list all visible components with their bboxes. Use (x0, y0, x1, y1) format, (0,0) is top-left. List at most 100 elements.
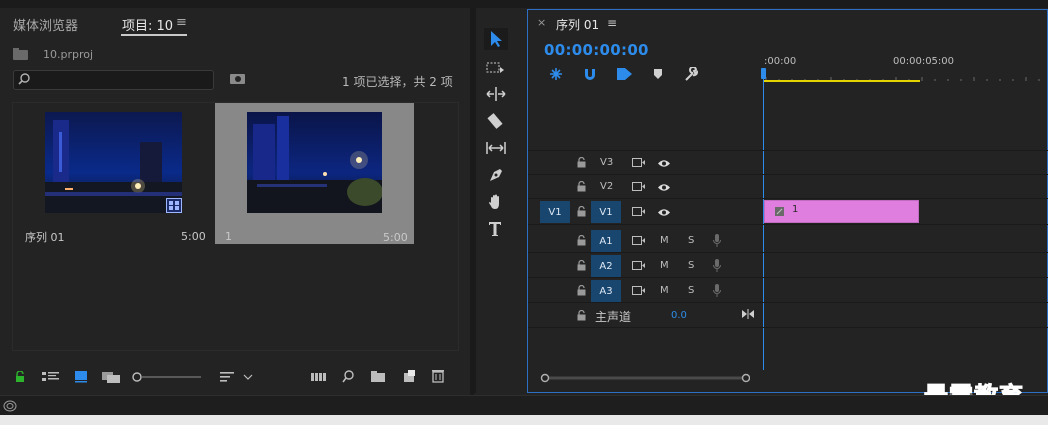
ripple-edit-tool-icon[interactable] (484, 83, 508, 105)
track-target-v1[interactable]: V1 (591, 201, 621, 223)
tab-project[interactable]: 项目: 10 (122, 15, 173, 34)
sync-lock-icon[interactable] (632, 235, 646, 248)
eye-icon[interactable] (657, 158, 671, 170)
nest-sequence-icon[interactable] (549, 67, 563, 83)
lock-icon[interactable] (577, 205, 586, 219)
project-item-clip[interactable]: 1 5:00 (215, 103, 414, 244)
pen-tool-icon[interactable] (484, 164, 508, 186)
time-ruler[interactable] (764, 70, 1048, 81)
clip-thumbnail (247, 112, 382, 213)
close-tab-icon[interactable]: × (537, 16, 546, 29)
bottom-strip (0, 415, 1048, 425)
project-panel: 媒体浏览器 项目: 10 ≡ 10.prproj 1 项已选择，共 2 项 序列… (0, 8, 470, 393)
selection-tool-icon[interactable] (484, 28, 508, 50)
eye-icon[interactable] (657, 207, 671, 219)
lock-icon[interactable] (15, 370, 25, 385)
project-item-sequence[interactable]: 序列 01 5:00 (14, 103, 212, 245)
sync-lock-icon[interactable] (632, 206, 646, 219)
playhead-handle[interactable] (761, 68, 766, 79)
razor-tool-icon[interactable] (484, 110, 508, 132)
hand-tool-icon[interactable] (484, 191, 508, 213)
icon-view-icon[interactable] (75, 371, 89, 385)
sequence-menu-icon[interactable]: ≡ (607, 16, 617, 30)
freeform-view-icon[interactable] (102, 371, 122, 385)
linked-selection-icon[interactable] (617, 67, 633, 83)
horizontal-scrollbar[interactable] (540, 372, 751, 383)
find-icon[interactable] (230, 73, 246, 87)
item-duration: 5:00 (383, 231, 408, 244)
lock-icon[interactable] (577, 156, 586, 170)
sequence-tab[interactable]: 序列 01 (556, 16, 599, 33)
master-volume-value[interactable]: 0.0 (671, 310, 687, 321)
zoom-slider[interactable] (131, 371, 203, 385)
slip-tool-icon[interactable] (484, 137, 508, 159)
track-row-v1: V1 V1 1 (528, 199, 1048, 225)
video-clip[interactable]: 1 (764, 200, 919, 223)
sync-lock-icon[interactable] (632, 260, 646, 273)
find-button-icon[interactable] (342, 370, 355, 385)
menu-glyph: ≡ (176, 15, 187, 30)
tab-media-browser[interactable]: 媒体浏览器 (13, 15, 78, 34)
microphone-icon[interactable] (713, 234, 721, 249)
selection-status: 1 项已选择，共 2 项 (342, 75, 453, 89)
track-target-a2[interactable]: A2 (591, 255, 621, 277)
track-label[interactable]: V2 (600, 181, 613, 192)
automate-to-sequence-icon[interactable] (311, 371, 327, 385)
lock-icon[interactable] (577, 180, 586, 194)
sync-lock-icon[interactable] (632, 181, 646, 194)
clip-label: 1 (792, 204, 799, 215)
new-bin-icon[interactable] (371, 371, 386, 385)
solo-button[interactable]: S (688, 260, 694, 271)
microphone-icon[interactable] (713, 284, 721, 299)
list-view-icon[interactable] (42, 371, 60, 385)
source-patch-v1[interactable]: V1 (540, 201, 570, 223)
item-duration: 5:00 (181, 230, 206, 243)
add-marker-icon[interactable] (653, 68, 663, 82)
fx-badge-icon (775, 206, 784, 218)
sync-lock-icon[interactable] (632, 157, 646, 170)
project-file-name: 10.prproj (43, 48, 94, 61)
solo-button[interactable]: S (688, 285, 694, 296)
track-target-a3[interactable]: A3 (591, 280, 621, 302)
track-row-master: 主声道 0.0 (528, 304, 1048, 328)
microphone-icon[interactable] (713, 259, 721, 274)
sync-lock-icon[interactable] (632, 285, 646, 298)
track-label[interactable]: V3 (600, 157, 613, 168)
snap-icon[interactable] (583, 67, 597, 83)
go-to-edge-icon[interactable] (742, 309, 754, 321)
trash-icon[interactable] (432, 369, 444, 385)
lock-icon[interactable] (577, 259, 586, 273)
ruler-start-label: :00:00 (764, 56, 797, 67)
panel-divider (470, 8, 474, 395)
sequence-thumbnail (45, 112, 182, 213)
status-bar (0, 395, 1048, 416)
top-border (0, 0, 1048, 8)
project-menu-icon[interactable]: ≡ (176, 15, 187, 30)
type-tool-icon[interactable] (484, 218, 508, 240)
item-name: 1 (225, 230, 232, 243)
lock-icon[interactable] (577, 284, 586, 298)
lock-icon[interactable] (577, 309, 586, 323)
track-select-tool-icon[interactable] (484, 57, 508, 79)
timeline-settings-icon[interactable] (684, 66, 699, 84)
playhead-timecode[interactable]: 00:00:00:00 (544, 41, 649, 59)
master-label: 主声道 (595, 310, 632, 324)
mute-button[interactable]: M (660, 235, 669, 246)
sort-icon[interactable] (220, 371, 256, 385)
ruler-5s-label: 00:00:05:00 (893, 56, 955, 67)
tab-project-label: 项目: 10 (122, 19, 174, 34)
eye-icon[interactable] (657, 182, 671, 194)
status-icon[interactable] (3, 400, 17, 414)
track-target-a1[interactable]: A1 (591, 230, 621, 252)
work-area-bar[interactable] (764, 80, 920, 82)
mute-button[interactable]: M (660, 260, 669, 271)
new-item-icon[interactable] (403, 370, 416, 385)
search-icon (18, 73, 30, 87)
search-input[interactable] (13, 70, 214, 90)
panel-divider (474, 8, 476, 393)
active-tab-indicator (121, 34, 187, 36)
lock-icon[interactable] (577, 234, 586, 248)
solo-button[interactable]: S (688, 235, 694, 246)
mute-button[interactable]: M (660, 285, 669, 296)
item-name: 序列 01 (25, 231, 65, 244)
